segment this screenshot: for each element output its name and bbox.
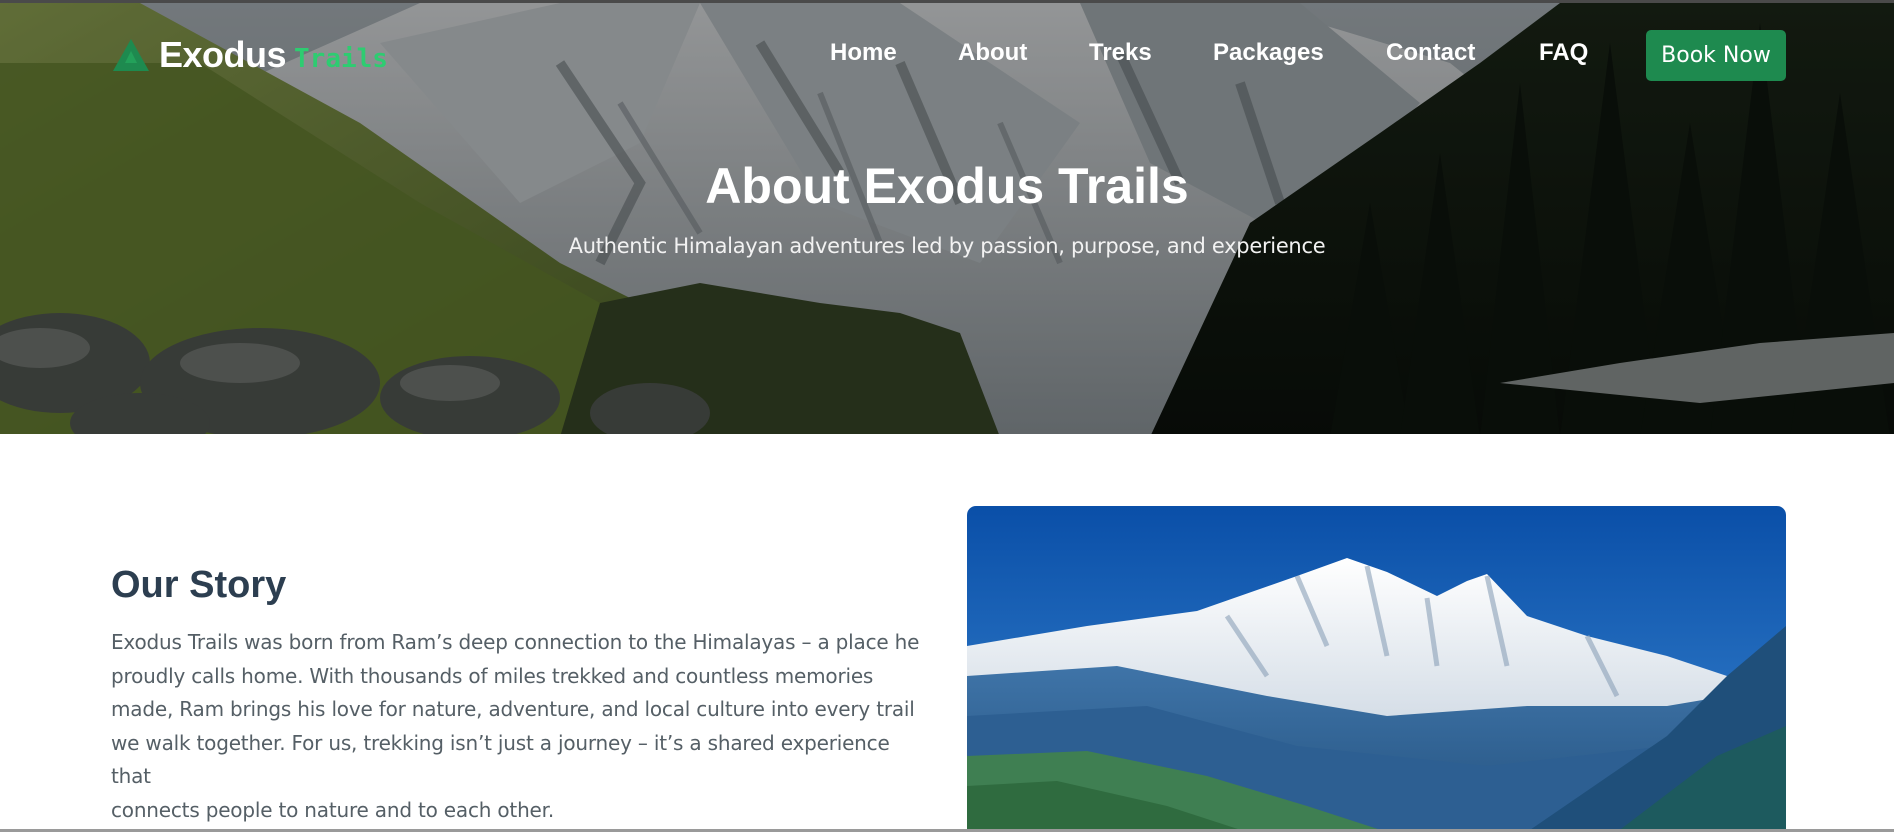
story-line: connects people to nature and to each ot… <box>111 797 554 822</box>
story-line: Exodus Trails was born from Ram’s deep c… <box>111 630 920 654</box>
nav-packages[interactable]: Packages <box>1213 39 1324 67</box>
nav-home[interactable]: Home <box>830 39 897 67</box>
nav-about[interactable]: About <box>958 39 1027 67</box>
story-title: Our Story <box>111 564 287 606</box>
mountain-photo <box>967 506 1786 832</box>
hero-section: Exodus Trails Home About Treks Packages … <box>0 0 1894 434</box>
book-now-button[interactable]: Book Now <box>1646 30 1786 81</box>
nav-treks[interactable]: Treks <box>1089 39 1152 67</box>
story-paragraph: Exodus Trails was born from Ram’s deep c… <box>111 626 931 828</box>
story-line: made, Ram brings his love for nature, ad… <box>111 697 915 722</box>
navbar: Exodus Trails Home About Treks Packages … <box>0 3 1894 107</box>
story-mountain-image <box>967 506 1786 832</box>
main-nav: Home About Treks Packages Contact FAQ <box>0 39 1894 69</box>
story-line: proudly calls home. With thousands of mi… <box>111 663 874 688</box>
story-line: we walk together. For us, trekking isn’t… <box>111 730 890 789</box>
nav-faq[interactable]: FAQ <box>1539 39 1588 67</box>
nav-contact[interactable]: Contact <box>1386 39 1475 67</box>
page-subtitle: Authentic Himalayan adventures led by pa… <box>568 234 1326 258</box>
page-title: About Exodus Trails <box>705 158 1189 214</box>
